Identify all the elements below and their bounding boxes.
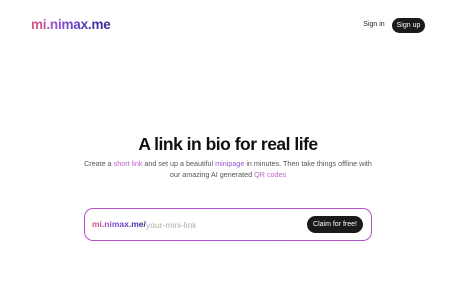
short-link-highlight: short link [113,159,143,168]
domain-prefix: mi.nimax.me/ [92,219,146,229]
page-title: A link in bio for real life [138,134,318,154]
mini-link-input[interactable] [146,218,296,231]
minipage-highlight: minipage [215,159,245,168]
claim-button[interactable]: Claim for free! [307,216,363,233]
claim-link-form: mi.nimax.me/ Claim for free! [84,208,372,241]
qr-codes-highlight: QR codes [254,170,287,179]
subtitle-text: Create a [84,159,114,168]
logo[interactable]: mi.nimax.me [31,17,111,33]
sign-up-button[interactable]: Sign up [392,18,425,33]
subtitle-text: and set up a beautiful [142,159,216,168]
top-nav: mi.nimax.me Sign in Sign up [0,0,456,50]
sign-in-button[interactable]: Sign in [359,18,389,32]
hero-subtitle: Create a short link and set up a beautif… [78,158,378,180]
claim-link-field: mi.nimax.me/ Claim for free! [85,209,371,240]
